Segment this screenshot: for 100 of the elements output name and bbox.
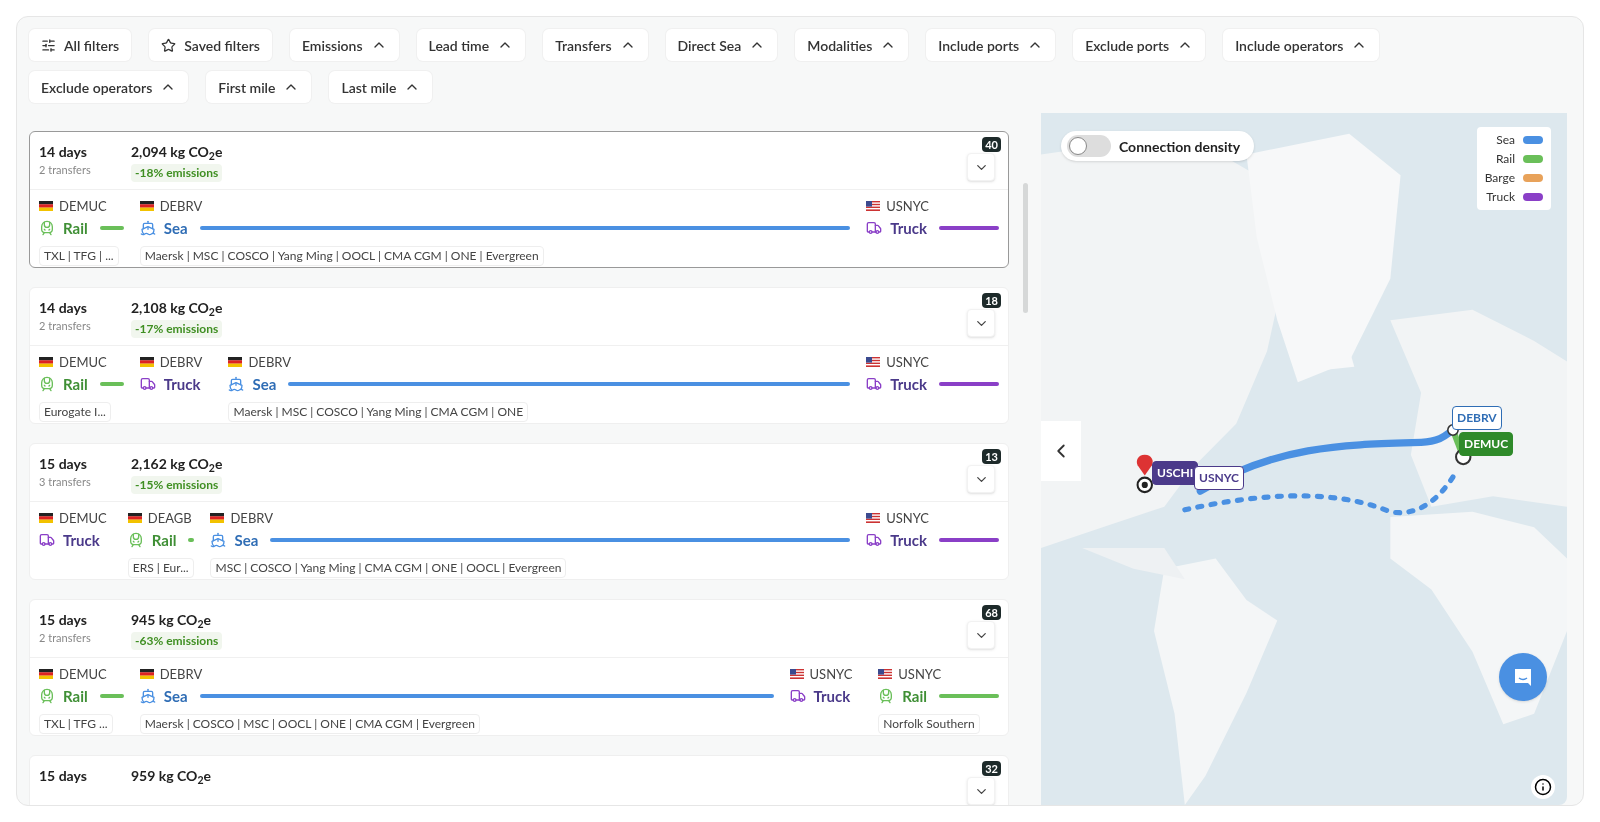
legend-label: Rail	[1495, 150, 1515, 168]
mode-label: Rail	[63, 217, 88, 239]
transfers-count: 2 transfers	[39, 162, 92, 178]
count-badge: 13	[982, 449, 1001, 464]
transfers-count: 2 transfers	[39, 318, 92, 334]
filter-button[interactable]: Modalities	[795, 29, 909, 61]
expand-button[interactable]	[967, 777, 995, 805]
mode-label: Sea	[163, 685, 188, 707]
transfers-count: 2 transfers	[39, 630, 92, 646]
port-marker[interactable]: DEMUC	[1459, 432, 1514, 456]
count-badge: 40	[982, 137, 1001, 152]
mode-label: Rail	[63, 373, 88, 395]
emissions-change: -15% emissions	[131, 476, 223, 494]
port-code: USNYC	[886, 198, 930, 214]
count-badge: 18	[982, 293, 1001, 308]
port-code: USNYC	[886, 510, 930, 526]
mode-label: Truck	[813, 685, 851, 707]
mode-label: Rail	[151, 529, 177, 551]
operators-tag: TXL | TFG | ...	[39, 246, 119, 266]
operators-tag: Maersk | COSCO | MSC | OOCL | ONE | CMA CGM | Evergreen	[139, 714, 480, 734]
filter-button[interactable]: First mile	[206, 71, 312, 103]
operators-tag: Eurogate I...	[39, 402, 111, 422]
port-code: DEMUC	[59, 666, 107, 682]
density-toggle[interactable]: Connection density	[1061, 131, 1255, 161]
legend-label: Barge	[1484, 169, 1515, 187]
emissions-value: 945 kg CO$_{2}$e	[131, 610, 211, 630]
emissions-value: 2,094 kg CO$_{2}$e	[131, 142, 223, 162]
port-code: DEBRV	[230, 510, 273, 526]
mode-label: Truck	[163, 373, 201, 395]
mode-label: Rail	[902, 685, 927, 707]
filter-button[interactable]: Exclude ports	[1073, 29, 1206, 61]
mode-label: Truck	[63, 529, 100, 551]
expand-button[interactable]	[967, 465, 995, 493]
duration: 15 days	[39, 454, 88, 474]
duration: 14 days	[39, 298, 88, 318]
operators-tag: MSC | COSCO | Yang Ming | CMA CGM | ONE | OOCL | Evergreen	[210, 558, 567, 578]
operators-tag: ERS | Eur...	[127, 558, 194, 578]
emissions-value: 2,108 kg CO$_{2}$e	[131, 298, 223, 318]
port-marker[interactable]: USNYC	[1194, 466, 1244, 490]
filter-button[interactable]: Lead time	[416, 29, 526, 61]
port-marker[interactable]: DEBRV	[1452, 406, 1502, 430]
port-code: DEBRV	[159, 198, 203, 214]
operators-tag: TXL | TFG ...	[39, 714, 113, 734]
filter-button[interactable]: Last mile	[329, 71, 433, 103]
port-code: USNYC	[886, 354, 930, 370]
emissions-value: 959 kg CO$_{2}$e	[131, 766, 211, 786]
expand-button[interactable]	[967, 153, 995, 181]
duration: 14 days	[39, 142, 88, 162]
route-card[interactable]: 15 days 3 transfers 2,162 kg CO$_{2}$e -15% emissions 13 DEMUC Truck DEAGB Rail ERS | Eur... DEBRV Sea MSC | COSCO | Yang Ming | CMA CGM | ONE | OOCL | Evergreen USNYC Truck	[29, 443, 1009, 580]
port-code: DEBRV	[248, 354, 291, 370]
filter-button[interactable]: Transfers	[543, 29, 648, 61]
port-marker[interactable]: USCHI	[1152, 461, 1199, 485]
port-code: DEMUC	[59, 354, 107, 370]
info-icon	[1534, 778, 1552, 796]
filter-button[interactable]: Emissions	[289, 29, 399, 61]
port-code: DEMUC	[59, 198, 107, 214]
star-icon	[161, 37, 177, 53]
route-card[interactable]: 14 days 2 transfers 2,108 kg CO$_{2}$e -17% emissions 18 DEMUC Rail Eurogate I... DEBRV Truck DEBRV Sea Maersk | MSC | COSCO | Yang Ming | CMA CGM | ONE USNYC Truck	[29, 287, 1009, 424]
scrollbar[interactable]	[1022, 183, 1028, 313]
port-code: USNYC	[898, 666, 942, 682]
operators-tag: Norfolk Southern	[878, 714, 980, 734]
emissions-change: -63% emissions	[131, 632, 223, 650]
route-card[interactable]: 15 days 959 kg CO$_{2}$e 32	[29, 755, 1009, 805]
filter-button[interactable]: Direct Sea	[665, 29, 778, 61]
mode-label: Sea	[252, 373, 277, 395]
route-card[interactable]: 15 days 2 transfers 945 kg CO$_{2}$e -63% emissions 68 DEMUC Rail TXL | TFG ... DEBRV Sea Maersk | COSCO | MSC | OOCL | ONE | CMA CGM | Evergreen USNYC Truck USNYC Rail Norfolk Southern	[29, 599, 1009, 736]
emissions-change: -18% emissions	[131, 164, 223, 182]
port-code: DEBRV	[159, 666, 203, 682]
mode-label: Sea	[163, 217, 188, 239]
mode-label: Truck	[890, 529, 927, 551]
port-code: DEAGB	[147, 510, 192, 526]
operators-tag: Maersk | MSC | COSCO | Yang Ming | CMA CGM | ONE	[228, 402, 529, 422]
count-badge: 32	[982, 761, 1001, 776]
mode-label: Truck	[890, 217, 927, 239]
operators-tag: Maersk | MSC | COSCO | Yang Ming | OOCL | CMA CGM | ONE | Evergreen	[139, 246, 544, 266]
route-card[interactable]: 14 days 2 transfers 2,094 kg CO$_{2}$e -18% emissions 40 DEMUC Rail TXL | TFG | ... DEBRV Sea Maersk | MSC | COSCO | Yang Ming | OOCL | CMA CGM | ONE | Evergreen USNYC Truck	[29, 131, 1009, 268]
filter-button[interactable]: Saved filters	[149, 29, 272, 61]
legend-label: Truck	[1486, 188, 1515, 206]
expand-button[interactable]	[967, 621, 995, 649]
mode-label: Sea	[234, 529, 259, 551]
duration: 15 days	[39, 766, 88, 786]
filter-button[interactable]: All filters	[29, 29, 132, 61]
legend-label: Sea	[1496, 131, 1515, 149]
duration: 15 days	[39, 610, 88, 630]
sliders-icon	[41, 37, 56, 53]
filter-button[interactable]: Exclude operators	[29, 71, 189, 103]
count-badge: 68	[982, 605, 1001, 620]
emissions-change: -17% emissions	[131, 320, 223, 338]
port-code: DEMUC	[59, 510, 107, 526]
transfers-count: 3 transfers	[39, 474, 92, 490]
chat-icon	[1512, 666, 1534, 688]
collapse-button[interactable]	[1041, 421, 1081, 481]
port-code: DEBRV	[159, 354, 203, 370]
toggle-switch[interactable]	[1067, 135, 1111, 157]
filter-button[interactable]: Include operators	[1223, 29, 1380, 61]
mode-label: Truck	[890, 373, 927, 395]
filter-button[interactable]: Include ports	[926, 29, 1056, 61]
mode-label: Rail	[63, 685, 88, 707]
expand-button[interactable]	[967, 309, 995, 337]
emissions-value: 2,162 kg CO$_{2}$e	[131, 454, 223, 474]
